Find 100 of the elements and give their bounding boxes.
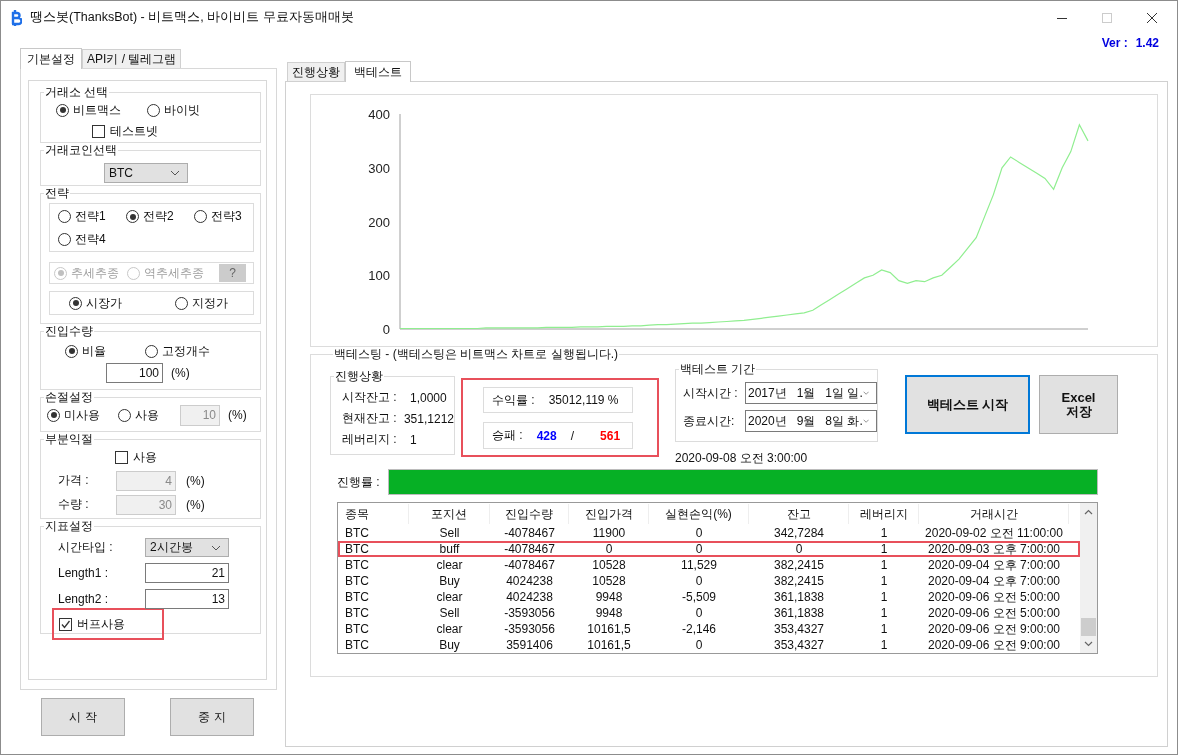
table-cell-text: 1 — [879, 605, 889, 621]
close-icon[interactable] — [1147, 12, 1157, 23]
table-cell-text: 0 — [694, 605, 704, 621]
table-cell-text: 2020-09-06 오전 5:00:00 — [926, 605, 1062, 621]
scroll-up-icon[interactable] — [1084, 509, 1093, 515]
scroll-down-icon[interactable] — [1084, 641, 1093, 647]
input-field[interactable]: 13 — [145, 589, 229, 609]
radio-button[interactable]: 고정개수 — [145, 342, 210, 360]
table-cell-text: 4024238 — [505, 589, 554, 605]
column-header[interactable]: 레버리지 — [849, 504, 919, 524]
group-title: 손절설정 — [44, 390, 94, 404]
radio-button[interactable]: 전략4 — [58, 231, 106, 248]
radio-button[interactable]: 바이빗 — [147, 101, 200, 119]
field-label: Length2 : — [58, 592, 110, 606]
table-cell-text: -4078467 — [503, 525, 556, 541]
table-cell-text: BTC — [344, 589, 370, 605]
axis-tick-label: 300 — [368, 160, 390, 176]
field-value: 1 — [410, 432, 417, 447]
radio-button[interactable]: 시장가 — [69, 294, 122, 312]
checkbox[interactable]: 테스트넷 — [92, 122, 158, 140]
column-header[interactable]: 진입가격 — [569, 504, 649, 524]
field-label: 시작잔고 : — [342, 389, 398, 406]
table-cell-text: 1 — [879, 525, 889, 541]
caret-icon — [211, 544, 221, 551]
unit-label: (%) — [186, 497, 205, 512]
column-header[interactable]: 잔고 — [749, 504, 849, 524]
table-cell-text: 1 — [879, 589, 889, 605]
group-title: 부분익절 — [44, 432, 94, 446]
tab[interactable]: 진행상황 — [287, 62, 345, 81]
table-cell-text: BTC — [344, 573, 370, 589]
group-title: 지표설정 — [44, 519, 94, 533]
table-cell-text: 3591406 — [505, 637, 554, 653]
table-cell-text: 10528 — [591, 573, 627, 589]
table-cell-text: clear — [435, 621, 464, 637]
field-label: 현재잔고 : — [342, 410, 398, 427]
radio-button[interactable]: 전략2 — [126, 208, 174, 225]
table-cell-text: 1 — [879, 637, 889, 653]
checkbox[interactable]: 버프사용 — [59, 615, 125, 633]
table-cell-text: 11,529 — [680, 557, 718, 573]
button[interactable]: Excel 저장 — [1039, 375, 1118, 434]
table-cell-text: 2020-09-06 오전 5:00:00 — [926, 589, 1062, 605]
axis-tick-label: 400 — [368, 107, 390, 122]
tab[interactable]: 백테스트 — [345, 61, 411, 82]
tab[interactable]: API키 / 텔레그램 — [82, 49, 182, 68]
table-cell-text: 1 — [879, 541, 889, 557]
table-cell-text: 2020-09-04 오후 7:00:00 — [926, 573, 1062, 589]
table-cell-text: 361,1838 — [772, 605, 826, 621]
column-header[interactable]: 실현손익(%) — [649, 504, 749, 524]
button[interactable]: 백테스트 시작 — [905, 375, 1030, 434]
field-label: 승패 : — [492, 427, 523, 444]
scroll-thumb[interactable] — [1081, 618, 1096, 636]
dropdown[interactable]: 2020년 9월 8일 화. — [745, 410, 877, 432]
table-cell-text: BTC — [344, 637, 370, 653]
table-cell-text: 11900 — [591, 525, 627, 541]
input-field[interactable]: 100 — [106, 363, 163, 383]
table-cell-text: 2020-09-03 오후 7:00:00 — [926, 541, 1062, 557]
version-label: Ver : — [1101, 36, 1128, 50]
unit-label: (%) — [171, 366, 190, 380]
table-cell-text: 0 — [694, 525, 704, 541]
version-number: 1.42 — [1135, 36, 1159, 50]
column-header[interactable]: 거래시간 — [919, 504, 1069, 524]
button[interactable]: 시 작 — [41, 698, 125, 736]
table-cell-text: 2020-09-02 오전 11:00:00 — [924, 525, 1064, 541]
axis-tick-label: 100 — [368, 268, 390, 284]
field-label: 진행률 : — [337, 473, 381, 491]
table-cell-text: -5,509 — [681, 589, 717, 605]
separator-text: / — [570, 428, 575, 443]
table-cell-text: 2020-09-06 오전 9:00:00 — [926, 637, 1062, 653]
field-label: 가격 : — [58, 472, 90, 489]
button[interactable]: 중 지 — [170, 698, 254, 736]
table-cell-text: 353,4327 — [772, 637, 826, 653]
table-cell-text: -3593056 — [503, 605, 556, 621]
radio-button[interactable]: 지정가 — [175, 294, 228, 312]
unit-label: (%) — [228, 408, 247, 422]
column-header[interactable]: 진입수량 — [490, 504, 569, 524]
column-header[interactable]: 종목 — [338, 504, 409, 524]
input-field[interactable]: 21 — [145, 563, 229, 583]
dropdown[interactable]: 2017년 1월 1일 일. — [745, 382, 877, 404]
field-label: 시간타입 : — [58, 539, 114, 556]
radio-button[interactable]: 전략1 — [58, 208, 106, 225]
timestamp-text: 2020-09-08 오전 3:00:00 — [675, 449, 808, 467]
group-title: 진행상황 — [334, 369, 384, 383]
table-cell-text: 382,2415 — [772, 573, 826, 589]
radio-button[interactable]: 비트맥스 — [56, 101, 121, 119]
caret-icon — [862, 418, 869, 424]
table-cell-text: BTC — [344, 557, 370, 573]
table-cell-text: BTC — [344, 621, 370, 637]
logo-icon — [10, 9, 22, 26]
radio-button[interactable]: 전략3 — [194, 208, 242, 225]
table-cell-text: 2020-09-06 오전 9:00:00 — [926, 621, 1062, 637]
radio-button[interactable]: 비율 — [65, 342, 106, 360]
group-title: 거래코인선택 — [44, 143, 118, 157]
table-cell-text: 0 — [694, 541, 704, 557]
dropdown[interactable]: BTC — [104, 163, 188, 183]
tab[interactable]: 기본설정 — [20, 48, 82, 69]
unit-label: (%) — [186, 473, 205, 488]
table-row[interactable]: BTC buff -4078467 0 0 0 1 2020-09-03 오후 7:00:00 — [338, 541, 1080, 557]
dropdown[interactable]: 2시간봉 — [145, 538, 229, 557]
column-header[interactable]: 포지션 — [409, 504, 490, 524]
scrollbar[interactable] — [1080, 503, 1097, 653]
